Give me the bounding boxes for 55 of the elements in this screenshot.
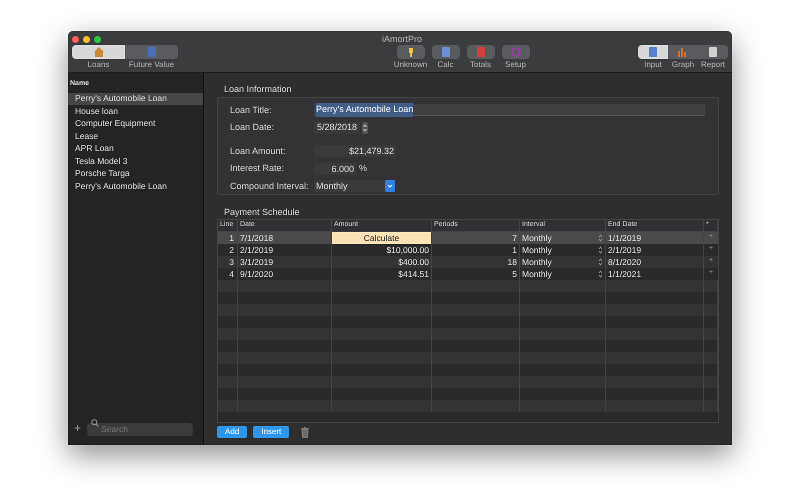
sidebar-item[interactable]: APR Loan [68, 142, 203, 155]
sidebar-item[interactable]: Porsche Targa [68, 168, 203, 180]
field-value: Perry's Automobile Loan [316, 103, 414, 116]
toolbar-label: Unknown [394, 59, 428, 71]
sidebar-item[interactable]: Computer Equipment [68, 118, 203, 130]
table-cell-text: $400.00 [397, 256, 430, 269]
unit-label: % [359, 162, 368, 175]
toolbar-label: Loans [86, 59, 110, 71]
sidebar-item[interactable]: Perry's Automobile Loan [68, 92, 203, 105]
chevron-down-icon [385, 180, 395, 192]
up-down-icon [598, 270, 603, 278]
up-down-icon [598, 258, 603, 266]
trash-icon[interactable] [301, 426, 310, 438]
toolbar-label: Future Value [128, 59, 176, 71]
field-label: Loan Amount: [230, 144, 287, 158]
toolbar-label: Graph [670, 59, 696, 71]
toolbar-label: Setup [505, 59, 526, 71]
date-field[interactable]: 5/28/2018 [314, 122, 360, 134]
toolbar-label: Totals [470, 59, 491, 71]
house-icon [92, 46, 104, 58]
calculate-button[interactable]: Calculate [332, 232, 431, 244]
input-field[interactable]: Perry's Automobile Loan [314, 104, 705, 116]
field-label: Loan Title: [230, 104, 273, 116]
field-label: Interest Rate: [230, 162, 286, 175]
close-button[interactable] [72, 36, 79, 42]
toolbar-label: Calc [437, 59, 454, 71]
section-title: Payment Schedule [223, 206, 301, 219]
table-cell-text: $10,000.00 [385, 244, 430, 257]
table-cell-text: $414.51 [397, 268, 430, 281]
toolbar-button[interactable] [396, 45, 424, 59]
sidebar-item[interactable]: Perry's Automobile Loan [68, 180, 203, 192]
bar-chart-icon [677, 46, 689, 58]
toolbar-segment[interactable] [638, 45, 668, 59]
window-title: iAmortPro [382, 33, 422, 46]
field-label: Compound Interval: [230, 180, 310, 193]
minimize-button[interactable] [83, 36, 90, 42]
settings-icon [510, 46, 522, 58]
sidebar-item[interactable]: Lease [68, 130, 203, 142]
search-icon [91, 418, 100, 426]
field-label: Loan Date: [230, 121, 276, 134]
interval-dropdown[interactable]: Monthly [314, 180, 395, 192]
toolbar-label: Input [643, 59, 663, 71]
sidebar-item[interactable]: Tesla Model 3 [68, 155, 203, 168]
up-down-icon [598, 246, 603, 254]
zoom-button[interactable] [94, 36, 101, 42]
up-down-icon [598, 234, 603, 242]
amount-field[interactable]: $21,479.32 [314, 145, 396, 158]
sidebar-item[interactable]: House loan [68, 105, 203, 118]
stepper-icon[interactable] [362, 122, 368, 134]
search-field[interactable]: Search [87, 422, 194, 436]
toolbar-button[interactable] [432, 45, 460, 59]
toolbar-label: Report [700, 59, 726, 71]
add-button[interactable]: + [74, 422, 82, 434]
section-title: Loan Information [223, 83, 293, 96]
rate-field[interactable]: 6.000 [314, 162, 356, 175]
